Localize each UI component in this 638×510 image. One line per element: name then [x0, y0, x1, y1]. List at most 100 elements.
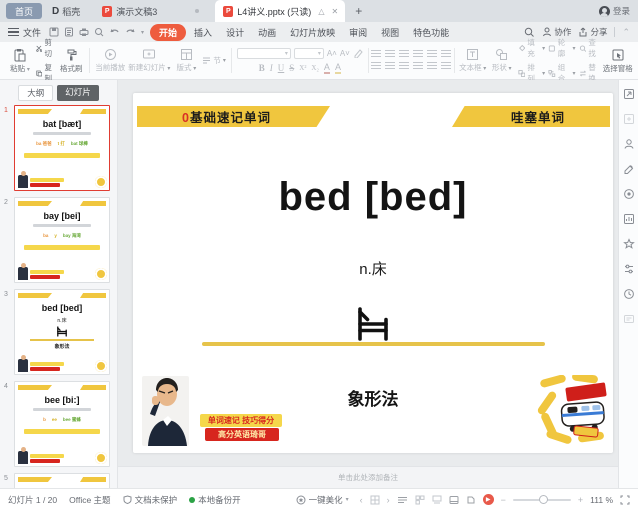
- output-icon[interactable]: [64, 27, 74, 37]
- preview-icon[interactable]: [94, 27, 104, 37]
- ribbon-tab-insert[interactable]: 插入: [188, 24, 218, 41]
- normal-view-icon[interactable]: [397, 495, 408, 505]
- font-color-button[interactable]: A: [324, 62, 330, 74]
- effects-icon[interactable]: [623, 238, 635, 250]
- ribbon-tab-features[interactable]: 特色功能: [407, 24, 455, 41]
- design-tools-icon[interactable]: [623, 163, 635, 175]
- redo-icon[interactable]: [125, 27, 136, 37]
- fill-button[interactable]: 填充▾: [518, 37, 545, 59]
- tab-outline[interactable]: 大纲: [18, 85, 53, 101]
- theme-name[interactable]: Office 主题: [69, 494, 110, 506]
- undo-icon[interactable]: [109, 27, 120, 37]
- decrease-font-icon[interactable]: A˅: [340, 49, 350, 58]
- notes-view-icon[interactable]: [432, 495, 442, 505]
- collapse-ribbon-icon[interactable]: ⌃: [622, 27, 630, 38]
- bold-button[interactable]: B: [259, 63, 265, 73]
- slide-thumbnail-4[interactable]: bee [bi:] b ee bee 蜜蜂: [14, 381, 110, 467]
- clear-format-icon[interactable]: [353, 48, 363, 58]
- backup-pane-icon[interactable]: [623, 313, 635, 325]
- cloud-upload-icon[interactable]: △: [318, 7, 324, 16]
- resource-icon[interactable]: [623, 188, 635, 200]
- ribbon-tab-home[interactable]: 开始: [150, 24, 186, 41]
- paste-button[interactable]: 粘贴 ▾: [7, 48, 33, 74]
- underline-button[interactable]: U: [278, 63, 285, 73]
- beautify-button[interactable]: 一键美化 ▾: [296, 494, 349, 506]
- columns-icon[interactable]: [441, 62, 451, 70]
- highlight-color-button[interactable]: A: [335, 62, 341, 74]
- slide-grid-icon[interactable]: [370, 495, 380, 505]
- zoom-slider[interactable]: [513, 499, 571, 501]
- zoom-in-icon[interactable]: +: [578, 495, 583, 505]
- justify-icon[interactable]: [413, 62, 423, 70]
- object-properties-icon[interactable]: [623, 88, 635, 100]
- close-tab-icon[interactable]: ✕: [331, 7, 338, 16]
- document-tab-active[interactable]: P L4讲义.pptx (只读) △ ✕: [215, 0, 345, 22]
- number-list-icon[interactable]: [385, 50, 395, 58]
- current-slide[interactable]: 0基础速记单词 哇塞单词 bed [bed] n.床 象形法: [133, 93, 613, 453]
- textbox-button[interactable]: 文本框 ▾: [460, 48, 486, 73]
- font-size-select[interactable]: ▾: [294, 48, 324, 59]
- new-tab-button[interactable]: +: [355, 4, 362, 18]
- slideshow-play-icon[interactable]: ▶: [483, 494, 494, 505]
- section-button[interactable]: 节▾: [202, 55, 226, 66]
- reading-view-icon[interactable]: [449, 495, 459, 505]
- find-button[interactable]: 查找: [579, 37, 602, 59]
- distribute-icon[interactable]: [427, 62, 437, 70]
- export-view-icon[interactable]: [466, 495, 476, 505]
- slide-thumbnail-5[interactable]: beg [beg]: [14, 473, 110, 488]
- select-pane-button[interactable]: 选择窗格: [605, 48, 632, 74]
- ribbon-tab-review[interactable]: 审阅: [343, 24, 373, 41]
- document-protection[interactable]: 文档未保护: [123, 494, 178, 506]
- ribbon-tab-animation[interactable]: 动画: [252, 24, 282, 41]
- prev-slide-icon[interactable]: ‹: [360, 495, 363, 505]
- new-slide-button[interactable]: 新建幻灯片 ▾: [128, 48, 170, 73]
- smart-design-icon[interactable]: [623, 138, 635, 150]
- tab-slides[interactable]: 幻灯片: [57, 85, 99, 101]
- format-painter-button[interactable]: 格式刷: [58, 48, 84, 74]
- slide-thumbnail-1[interactable]: bat [bæt] ba 爸爸 t 打 bat 球棒: [14, 105, 110, 191]
- save-icon[interactable]: [49, 27, 59, 37]
- search-icon[interactable]: [524, 27, 535, 38]
- italic-button[interactable]: I: [270, 63, 273, 73]
- animation-pane-icon[interactable]: [623, 113, 635, 125]
- history-icon[interactable]: [623, 288, 635, 300]
- slide-sorter-icon[interactable]: [415, 495, 425, 505]
- align-center-icon[interactable]: [385, 62, 395, 70]
- zoom-slider-knob[interactable]: [539, 495, 548, 504]
- ribbon-tab-design[interactable]: 设计: [220, 24, 250, 41]
- ribbon-tab-view[interactable]: 视图: [375, 24, 405, 41]
- paste-dropdown-icon[interactable]: ▾: [25, 67, 30, 73]
- ribbon-tab-slideshow[interactable]: 幻灯片放映: [284, 24, 341, 41]
- chart-pane-icon[interactable]: [623, 213, 635, 225]
- login-area[interactable]: 登录: [599, 5, 630, 17]
- font-family-select[interactable]: ▾: [237, 48, 291, 59]
- adjust-icon[interactable]: [623, 263, 635, 275]
- document-tab-inactive[interactable]: P 演示文稿3: [94, 0, 165, 22]
- home-button[interactable]: 首页: [6, 3, 42, 19]
- decrease-indent-icon[interactable]: [399, 50, 409, 58]
- align-right-icon[interactable]: [399, 62, 409, 70]
- notes-placeholder[interactable]: 单击此处添加备注: [118, 466, 618, 488]
- outline-button[interactable]: 轮廓▾: [548, 37, 575, 59]
- print-icon[interactable]: [79, 27, 89, 37]
- align-left-icon[interactable]: [371, 62, 381, 70]
- next-slide-icon[interactable]: ›: [387, 495, 390, 505]
- layout-button[interactable]: 版式 ▾: [173, 48, 199, 73]
- slide-thumbnail-3[interactable]: bed [bed] n.床 象形法: [14, 289, 110, 375]
- play-from-current-button[interactable]: 当前播放: [95, 48, 125, 73]
- subscript-button[interactable]: X₂: [311, 64, 319, 72]
- line-spacing-icon[interactable]: [427, 50, 437, 58]
- superscript-button[interactable]: X²: [299, 64, 306, 72]
- increase-font-icon[interactable]: A˄: [327, 49, 337, 58]
- docer-tab[interactable]: D 稻壳: [52, 5, 80, 18]
- text-direction-icon[interactable]: [441, 50, 451, 58]
- local-backup[interactable]: 本地备份开: [189, 494, 241, 506]
- quick-access-dropdown-icon[interactable]: ▾: [141, 29, 144, 36]
- shape-button[interactable]: 形状 ▾: [489, 48, 515, 73]
- zoom-out-icon[interactable]: −: [501, 495, 506, 505]
- fit-window-icon[interactable]: [620, 495, 630, 505]
- increase-indent-icon[interactable]: [413, 50, 423, 58]
- strikethrough-button[interactable]: S: [289, 63, 294, 73]
- cut-button[interactable]: 剪切: [36, 37, 55, 59]
- bullet-list-icon[interactable]: [371, 50, 381, 58]
